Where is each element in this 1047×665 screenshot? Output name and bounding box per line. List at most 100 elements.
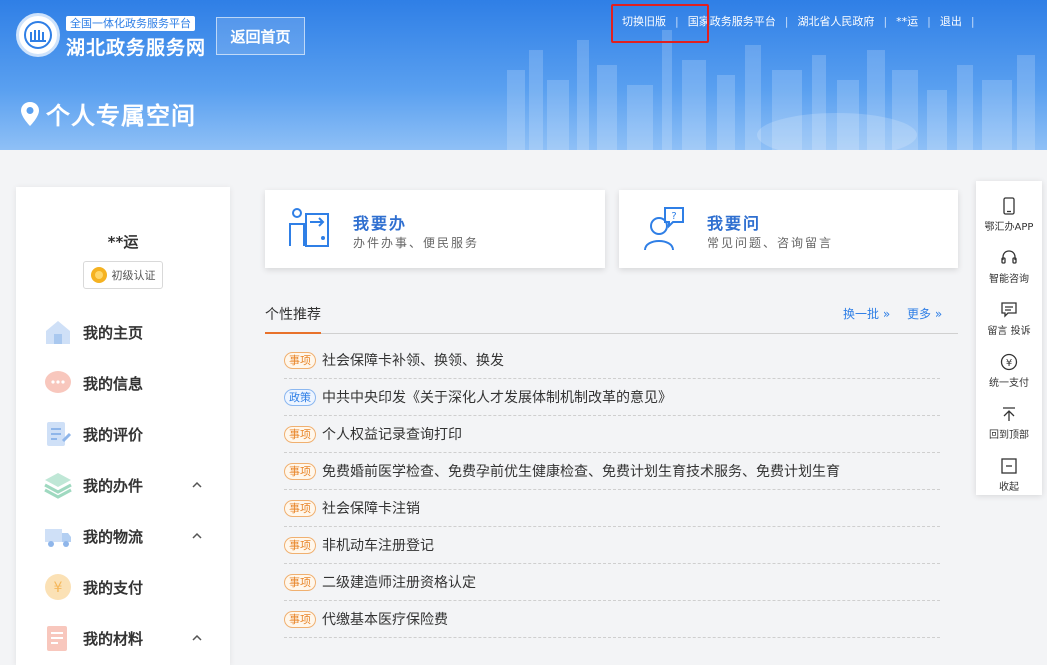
refresh-batch-link[interactable]: 换一批 » (843, 305, 890, 322)
sidebar-item-label: 我的支付 (83, 578, 144, 597)
ask-card-title: 我要问 (707, 214, 762, 233)
comment-icon (1001, 302, 1017, 318)
arrow-up-icon (1003, 407, 1015, 421)
recommend-title: 个性推荐 (265, 304, 321, 334)
handle-affairs-card[interactable]: 我要办 办件办事、便民服务 (265, 190, 605, 268)
list-item[interactable]: 事项 二级建造师注册资格认定 (284, 564, 940, 601)
city-skyline-illustration (507, 30, 1035, 150)
floating-item-label: 留言 投诉 (987, 326, 1031, 337)
chevron-up-icon[interactable] (192, 480, 202, 490)
double-chevron-right-icon: » (882, 307, 891, 321)
chevron-up-icon[interactable] (192, 531, 202, 541)
floating-toolbar: 鄂汇办APP 智能咨询 留言 投诉 ¥ 统一支付 回到顶部 收起 (976, 181, 1042, 495)
item-tag: 事项 (284, 536, 316, 554)
list-item[interactable]: 事项 社会保障卡补领、换领、换发 (284, 342, 940, 379)
list-item-text: 个人权益记录查询打印 (322, 427, 462, 443)
materials-icon (47, 626, 67, 651)
logout-link[interactable]: 退出 (931, 13, 971, 29)
ask-questions-card[interactable]: ? 我要问 常见问题、咨询留言 (619, 190, 958, 268)
sidebar-item-info[interactable]: 我的信息 (16, 363, 230, 403)
collapse-icon (1001, 458, 1017, 474)
floating-item-label: 智能咨询 (989, 274, 1029, 285)
sidebar-item-payment[interactable]: ¥ 我的支付 (16, 567, 230, 607)
switch-old-version-link[interactable]: 切换旧版 (613, 13, 675, 29)
national-service-platform-link[interactable]: 国家政务服务平台 (679, 13, 785, 29)
sidebar-item-cases[interactable]: 我的办件 (16, 465, 230, 505)
truck-icon (45, 529, 71, 547)
collapse-toolbar-button[interactable]: 收起 (976, 451, 1042, 503)
headset-icon (1001, 250, 1017, 264)
chevron-up-icon[interactable] (192, 633, 202, 643)
policy-tag: 政策 (284, 388, 316, 406)
space-title-text: 个人专属空间 (46, 102, 196, 130)
ask-card-subtitle: 常见问题、咨询留言 (707, 236, 834, 250)
hubei-government-link[interactable]: 湖北省人民政府 (788, 13, 883, 29)
handle-card-subtitle: 办件办事、便民服务 (353, 236, 480, 250)
header-banner: 全国一体化政务服务平台 湖北政务服务网 返回首页 切换旧版 | 国家政务服务平台… (0, 0, 1047, 150)
list-item-text: 代缴基本医疗保险费 (322, 612, 448, 628)
user-account-link[interactable]: **运 (887, 13, 927, 29)
svg-text:¥: ¥ (1006, 358, 1012, 369)
list-item[interactable]: 事项 免费婚前医学检查、免费孕前优生健康检查、免费计划生育技术服务、免费计划生育 (284, 453, 940, 490)
list-item-text: 社会保障卡注销 (322, 501, 420, 517)
sidebar-item-logistics[interactable]: 我的物流 (16, 516, 230, 556)
list-item[interactable]: 事项 代缴基本医疗保险费 (284, 601, 940, 638)
sidebar-item-label: 我的信息 (83, 374, 144, 393)
sidebar-item-home[interactable]: 我的主页 (16, 312, 230, 352)
evaluation-icon (47, 422, 72, 446)
item-tag: 事项 (284, 425, 316, 443)
floating-item-label: 收起 (999, 482, 1019, 493)
message-icon (45, 371, 71, 393)
personal-space-title: 个人专属空间 (20, 96, 196, 131)
list-item-text: 非机动车注册登记 (322, 538, 434, 554)
item-tag: 事项 (284, 462, 316, 480)
floating-item-label: 统一支付 (989, 378, 1029, 389)
more-link[interactable]: 更多 » (907, 305, 942, 322)
double-chevron-right-icon: » (934, 307, 943, 321)
sidebar-item-label: 我的材料 (83, 629, 144, 648)
return-home-button[interactable]: 返回首页 (216, 17, 305, 55)
floating-item-label: 回到顶部 (989, 430, 1029, 441)
more-label: 更多 (907, 307, 932, 321)
phone-icon (1003, 197, 1015, 215)
user-name: **运 (107, 233, 139, 251)
sidebar-item-materials[interactable]: 我的材料 (16, 618, 230, 658)
consult-person-icon: ? (644, 207, 684, 251)
app-download-button[interactable]: 鄂汇办APP (976, 191, 1042, 243)
list-item[interactable]: 政策 中共中央印发《关于深化人才发展体制机制改革的意见》 (284, 379, 940, 416)
item-tag: 事项 (284, 499, 316, 517)
floating-item-label: 鄂汇办APP (984, 222, 1034, 233)
recommend-header: 个性推荐 换一批 » 更多 » (265, 302, 958, 334)
sidebar-item-label: 我的物流 (83, 527, 144, 546)
list-item-text: 免费婚前医学检查、免费孕前优生健康检查、免费计划生育技术服务、免费计划生育 (322, 464, 840, 480)
message-complaint-button[interactable]: 留言 投诉 (976, 295, 1042, 347)
yuan-icon: ¥ (1000, 353, 1018, 371)
list-item[interactable]: 事项 社会保障卡注销 (284, 490, 940, 527)
logo-subtitle: 全国一体化政务服务平台 (66, 16, 195, 31)
location-pin-icon (21, 101, 39, 126)
user-sidebar: **运 初级认证 我的主页 我的信息 我的评价 我的办件 我的物流 ¥ 我的支付… (16, 187, 230, 665)
item-tag: 事项 (284, 351, 316, 369)
svg-text:¥: ¥ (54, 580, 63, 596)
item-tag: 事项 (284, 610, 316, 628)
sidebar-item-evaluation[interactable]: 我的评价 (16, 414, 230, 454)
list-item[interactable]: 事项 非机动车注册登记 (284, 527, 940, 564)
certification-label: 初级认证 (111, 269, 156, 282)
unified-payment-button[interactable]: ¥ 统一支付 (976, 347, 1042, 399)
svg-text:?: ? (671, 211, 676, 222)
back-to-top-button[interactable]: 回到顶部 (976, 399, 1042, 451)
logo-title: 湖北政务服务网 (66, 37, 207, 59)
list-item[interactable]: 事项 个人权益记录查询打印 (284, 416, 940, 453)
smart-consult-button[interactable]: 智能咨询 (976, 243, 1042, 295)
link-separator: | (970, 14, 975, 28)
refresh-batch-label: 换一批 (843, 307, 880, 321)
item-tag: 事项 (284, 573, 316, 591)
payment-icon: ¥ (45, 574, 71, 600)
recommend-list: 事项 社会保障卡补领、换领、换发 政策 中共中央印发《关于深化人才发展体制机制改… (284, 342, 940, 638)
handle-card-title: 我要办 (353, 214, 408, 233)
list-item-text: 中共中央印发《关于深化人才发展体制机制改革的意见》 (322, 390, 672, 406)
hubei-emblem-logo (16, 13, 60, 57)
certification-badge[interactable]: 初级认证 (83, 261, 163, 289)
medal-icon (90, 267, 107, 283)
home-icon (46, 321, 70, 344)
